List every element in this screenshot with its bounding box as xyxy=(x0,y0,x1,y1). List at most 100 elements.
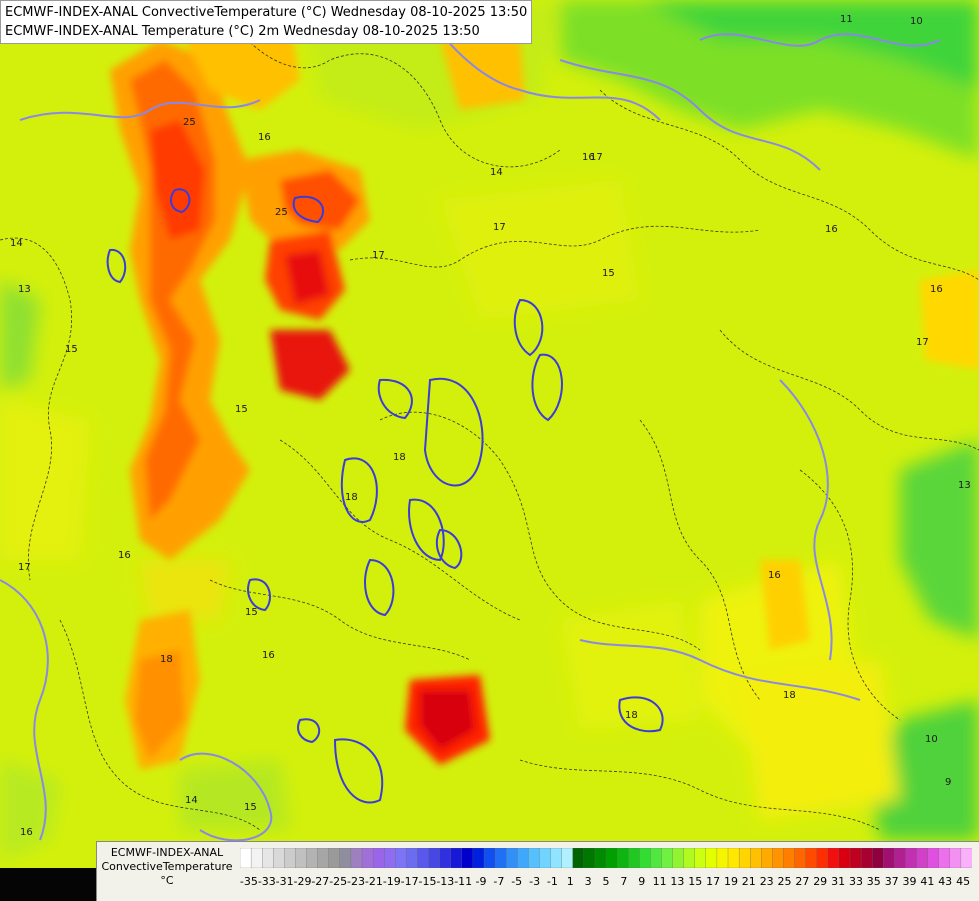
legend-swatch xyxy=(672,848,685,868)
legend-swatch xyxy=(328,848,341,868)
legend-tick-label: -33 xyxy=(257,875,276,888)
legend-swatch xyxy=(594,848,607,868)
legend-tick-label: -5 xyxy=(511,875,523,888)
contour-label: 14 xyxy=(490,167,503,178)
contour-label: 10 xyxy=(910,16,923,27)
legend-swatch xyxy=(406,848,418,868)
legend-swatch xyxy=(683,848,696,868)
contour-label: 17 xyxy=(493,222,506,233)
legend-tick-label: 9 xyxy=(638,875,646,888)
contour-label: 13 xyxy=(18,284,31,295)
legend-swatch xyxy=(927,848,940,868)
legend-swatch xyxy=(550,848,563,868)
legend-tick-label: 15 xyxy=(688,875,703,888)
contour-label: 16 xyxy=(825,224,838,235)
contour-label: 18 xyxy=(160,654,173,665)
contour-label: 15 xyxy=(65,344,78,355)
legend-tick-label: 43 xyxy=(938,875,953,888)
contour-label: 15 xyxy=(235,404,248,415)
legend-swatch xyxy=(395,848,407,868)
legend-unit: °C xyxy=(160,874,174,887)
legend-swatch xyxy=(273,848,285,868)
legend-swatch xyxy=(262,848,274,868)
contour-label: 9 xyxy=(945,777,951,788)
weather-map: 25 25 16 14 17 16 15 17 18 18 18 18 16 1… xyxy=(0,0,979,900)
legend-source: ECMWF-INDEX-ANAL xyxy=(110,846,224,859)
legend-tick-label: 11 xyxy=(652,875,667,888)
legend-swatch xyxy=(838,848,851,868)
contour-label: 16 xyxy=(262,650,275,661)
legend-swatch xyxy=(339,848,352,868)
contour-label: 10 xyxy=(925,734,938,745)
legend-tick-label: 21 xyxy=(741,875,756,888)
legend-tick-label: -27 xyxy=(311,875,330,888)
contour-label: 25 xyxy=(275,207,288,218)
legend-swatch xyxy=(240,848,252,868)
legend-tick-label: 27 xyxy=(795,875,810,888)
legend-swatch xyxy=(794,848,807,868)
legend-swatch xyxy=(605,848,618,868)
legend-swatch xyxy=(361,848,374,868)
color-legend: ECMWF-INDEX-ANAL ConvectiveTemperature °… xyxy=(96,841,979,901)
legend-tick-label: -21 xyxy=(364,875,383,888)
legend-swatch xyxy=(860,848,873,868)
legend-color-bar xyxy=(240,848,972,868)
legend-tick-label: 35 xyxy=(866,875,881,888)
legend-swatch xyxy=(716,848,729,868)
legend-tick-label: 37 xyxy=(884,875,899,888)
legend-swatch xyxy=(938,848,951,868)
legend-tick-label: -29 xyxy=(293,875,312,888)
legend-tick-label: -19 xyxy=(382,875,401,888)
contour-label: 25 xyxy=(183,117,196,128)
legend-tick-label: 41 xyxy=(920,875,935,888)
contour-label: 18 xyxy=(783,690,796,701)
legend-swatch xyxy=(705,848,718,868)
legend-tick-label: -35 xyxy=(239,875,258,888)
legend-tick-label: 33 xyxy=(849,875,863,888)
legend-tick-label: -1 xyxy=(546,875,558,888)
contour-label: 17 xyxy=(372,250,385,261)
legend-tick-label: -31 xyxy=(275,875,294,888)
legend-swatch xyxy=(639,848,651,868)
legend-swatch xyxy=(583,848,596,868)
legend-swatch xyxy=(750,848,762,868)
legend-tick-label: 17 xyxy=(706,875,721,888)
legend-swatch xyxy=(916,848,929,868)
contour-label: 18 xyxy=(625,710,638,721)
contour-label: 18 xyxy=(345,492,358,503)
legend-swatch xyxy=(461,848,474,868)
contour-label: 11 xyxy=(840,14,853,25)
legend-swatch xyxy=(417,848,429,868)
map-title-box: ECMWF-INDEX-ANAL ConvectiveTemperature (… xyxy=(0,0,533,44)
contour-label: 14 xyxy=(185,795,198,806)
legend-tick-label: -9 xyxy=(475,875,487,888)
corner-dark-area xyxy=(0,868,96,900)
legend-swatch xyxy=(317,848,330,868)
legend-tick-label: -7 xyxy=(493,875,505,888)
title-temperature-2m: ECMWF-INDEX-ANAL Temperature (°C) 2m Wed… xyxy=(5,24,480,39)
contour-label: 17 xyxy=(916,337,929,348)
legend-tick-label: -25 xyxy=(329,875,348,888)
legend-tick-label: 5 xyxy=(602,875,610,888)
legend-swatch xyxy=(738,848,751,868)
legend-tick-label: -11 xyxy=(454,875,473,888)
legend-tick-label: 45 xyxy=(956,875,971,888)
legend-swatch xyxy=(350,848,363,868)
legend-swatch xyxy=(483,848,496,868)
legend-variable: ConvectiveTemperature xyxy=(101,860,233,873)
legend-swatch xyxy=(494,848,507,868)
contour-label: 16 xyxy=(258,132,271,143)
contour-label: 18 xyxy=(393,452,406,463)
legend-swatch xyxy=(506,848,518,868)
contour-label: 17 xyxy=(18,562,31,573)
legend-swatch xyxy=(539,848,551,868)
legend-tick-label: 1 xyxy=(566,875,574,888)
contour-label: 15 xyxy=(244,802,257,813)
legend-swatch xyxy=(561,848,574,868)
contour-label: 16 xyxy=(118,550,131,561)
legend-swatch xyxy=(295,848,307,868)
legend-swatch xyxy=(628,848,640,868)
legend-title: ECMWF-INDEX-ANAL ConvectiveTemperature °… xyxy=(101,846,233,888)
legend-tick-label: 13 xyxy=(670,875,685,888)
legend-swatch xyxy=(783,848,795,868)
